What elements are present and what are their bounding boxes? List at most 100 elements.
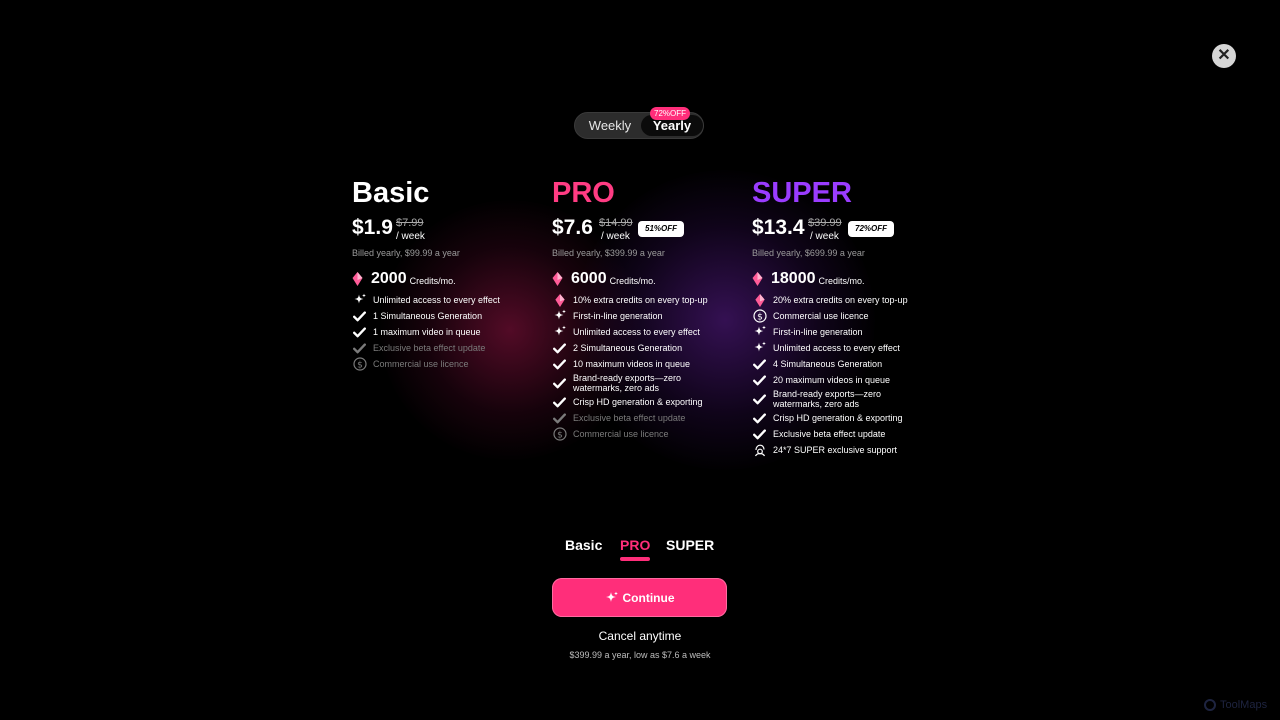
feature-text: Commercial use licence bbox=[373, 359, 469, 369]
feature-text: 10 maximum videos in queue bbox=[573, 359, 691, 369]
feature-item: 4 Simultaneous Generation bbox=[752, 356, 942, 372]
plan-card-super[interactable]: SUPER $13.4 $39.99 / week 72%OFF Billed … bbox=[752, 176, 942, 458]
feature-item: Exclusive beta effect update bbox=[552, 410, 742, 426]
feature-item: Unlimited access to every effect bbox=[752, 340, 942, 356]
feature-text: Crisp HD generation & exporting bbox=[773, 413, 903, 423]
price: $7.6 bbox=[552, 216, 593, 239]
svg-text:$: $ bbox=[757, 312, 763, 322]
discount-badge: 51%OFF bbox=[638, 221, 685, 237]
check-icon bbox=[352, 325, 367, 340]
watermark-logo-icon bbox=[1204, 699, 1216, 711]
plan-tabs: Basic PRO SUPER bbox=[560, 537, 720, 567]
price-row: $1.9 $7.99 / week bbox=[352, 216, 542, 246]
feature-text: 10% extra credits on every top-up bbox=[573, 295, 708, 305]
tab-super[interactable]: SUPER bbox=[666, 537, 714, 553]
gem-icon bbox=[552, 272, 563, 286]
check-icon bbox=[352, 341, 367, 356]
feature-text: 1 maximum video in queue bbox=[373, 327, 481, 337]
feature-text: Commercial use licence bbox=[773, 311, 869, 321]
dollar-icon: $ bbox=[352, 357, 367, 372]
credits-amount: 2000 bbox=[371, 270, 407, 287]
check-icon bbox=[352, 309, 367, 324]
feature-item: Crisp HD generation & exporting bbox=[552, 394, 742, 410]
feature-text: 24*7 SUPER exclusive support bbox=[773, 445, 898, 455]
feature-item: 20% extra credits on every top-up bbox=[752, 292, 942, 308]
per-week-label: / week bbox=[396, 231, 425, 242]
feature-text: Unlimited access to every effect bbox=[573, 327, 700, 337]
dollar-icon: $ bbox=[552, 427, 567, 442]
old-price: $14.99 bbox=[599, 217, 633, 229]
support-icon bbox=[752, 443, 767, 458]
credits-row: 2000 Credits/mo. bbox=[352, 268, 542, 290]
feature-item: 2 Simultaneous Generation bbox=[552, 340, 742, 356]
feature-item: Unlimited access to every effect bbox=[352, 292, 542, 308]
sparkle-icon bbox=[605, 591, 618, 602]
feature-text: First-in-line generation bbox=[573, 311, 663, 321]
plan-card-pro[interactable]: PRO $7.6 $14.99 / week 51%OFF Billed yea… bbox=[552, 176, 742, 442]
credits-row: 6000 Credits/mo. bbox=[552, 268, 742, 290]
feature-item: First-in-line generation bbox=[752, 324, 942, 340]
feature-text: Brand-ready exports—zero watermarks, zer… bbox=[773, 389, 882, 409]
yearly-discount-badge: 72%OFF bbox=[650, 107, 691, 120]
feature-text: Commercial use licence bbox=[573, 429, 669, 439]
credits-unit: Credits/mo. bbox=[609, 276, 656, 286]
check-icon bbox=[752, 357, 767, 372]
feature-item: Brand-ready exports—zero watermarks, zer… bbox=[752, 388, 942, 410]
credits-amount: 18000 bbox=[771, 270, 816, 287]
feature-text: Unlimited access to every effect bbox=[373, 295, 500, 305]
feature-item: First-in-line generation bbox=[552, 308, 742, 324]
feature-text: 1 Simultaneous Generation bbox=[373, 311, 483, 321]
tab-active-indicator bbox=[620, 557, 650, 561]
feature-item: Brand-ready exports—zero watermarks, zer… bbox=[552, 372, 742, 394]
feature-text: Brand-ready exports—zero watermarks, zer… bbox=[573, 373, 682, 393]
billed-text: Billed yearly, $99.99 a year bbox=[352, 248, 460, 258]
check-icon bbox=[752, 373, 767, 388]
close-button[interactable]: ✕ bbox=[1212, 44, 1236, 68]
feature-item: 20 maximum videos in queue bbox=[752, 372, 942, 388]
feature-item: 1 Simultaneous Generation bbox=[352, 308, 542, 324]
check-icon bbox=[752, 427, 767, 442]
close-icon: ✕ bbox=[1217, 47, 1231, 64]
feature-item: 10% extra credits on every top-up bbox=[552, 292, 742, 308]
discount-badge: 72%OFF bbox=[848, 221, 895, 237]
sparkle-icon bbox=[552, 309, 567, 324]
feature-list: 10% extra credits on every top-up First-i… bbox=[552, 292, 742, 442]
sparkle-icon bbox=[552, 325, 567, 340]
watermark-text: ToolMaps bbox=[1220, 699, 1268, 711]
check-icon bbox=[752, 411, 767, 426]
sparkle-icon bbox=[352, 293, 367, 308]
feature-item: 24*7 SUPER exclusive support bbox=[752, 442, 942, 458]
feature-text: Exclusive beta effect update bbox=[373, 343, 486, 353]
old-price: $7.99 bbox=[396, 217, 424, 229]
feature-item: $ Commercial use licence bbox=[752, 308, 942, 324]
cancel-anytime-text: Cancel anytime bbox=[598, 629, 682, 643]
check-icon bbox=[752, 392, 767, 407]
feature-item: Unlimited access to every effect bbox=[552, 324, 742, 340]
gem-icon bbox=[352, 272, 363, 286]
feature-list: 20% extra credits on every top-up $ Commer… bbox=[752, 292, 942, 458]
old-price: $39.99 bbox=[808, 217, 842, 229]
feature-item: 1 maximum video in queue bbox=[352, 324, 542, 340]
feature-text: 2 Simultaneous Generation bbox=[573, 343, 683, 353]
per-week-label: / week bbox=[601, 231, 630, 242]
plan-card-basic[interactable]: Basic $1.9 $7.99 / week Billed yearly, $… bbox=[352, 176, 542, 372]
plan-title: PRO bbox=[552, 177, 615, 209]
price-row: $13.4 $39.99 / week 72%OFF bbox=[752, 216, 942, 246]
feature-item: $ Commercial use licence bbox=[552, 426, 742, 442]
check-icon bbox=[552, 376, 567, 391]
price-row: $7.6 $14.99 / week 51%OFF bbox=[552, 216, 742, 246]
feature-text: Exclusive beta effect update bbox=[573, 413, 686, 423]
tab-pro[interactable]: PRO bbox=[620, 537, 650, 553]
feature-list: Unlimited access to every effect 1 Simult… bbox=[352, 292, 542, 372]
weekly-option[interactable]: Weekly bbox=[585, 118, 635, 133]
tab-basic[interactable]: Basic bbox=[565, 537, 602, 553]
check-icon bbox=[552, 411, 567, 426]
feature-item: Exclusive beta effect update bbox=[352, 340, 542, 356]
feature-item: Crisp HD generation & exporting bbox=[752, 410, 942, 426]
feature-text: 20% extra credits on every top-up bbox=[773, 295, 908, 305]
plan-title: Basic bbox=[352, 177, 430, 209]
continue-button[interactable]: Continue bbox=[552, 578, 727, 617]
feature-text: First-in-line generation bbox=[773, 327, 863, 337]
feature-item: 10 maximum videos in queue bbox=[552, 356, 742, 372]
billed-text: Billed yearly, $399.99 a year bbox=[552, 248, 665, 258]
